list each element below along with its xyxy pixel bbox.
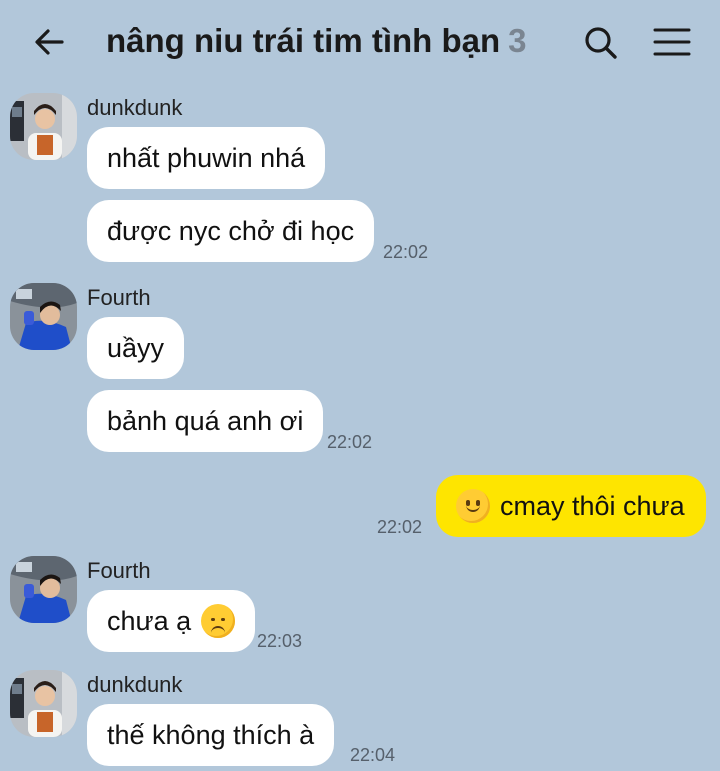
message-text: bảnh quá anh ơi xyxy=(107,405,304,436)
sender-name: Fourth xyxy=(87,558,151,583)
member-count: 3 xyxy=(508,22,527,59)
message-bubble[interactable]: bảnh quá anh ơi xyxy=(87,390,324,452)
disappointed-face-icon xyxy=(201,604,236,638)
message-text: được nyc chở đi học xyxy=(107,215,355,246)
message-time: 22:02 xyxy=(327,432,373,452)
back-button[interactable] xyxy=(30,24,70,60)
message-bubble[interactable]: thế không thích à xyxy=(87,704,335,766)
back-arrow-icon xyxy=(35,29,64,55)
message-time: 22:02 xyxy=(383,242,429,262)
message-bubble[interactable]: chưa ạ xyxy=(87,590,256,652)
outgoing-message-bubble[interactable]: cmay thôi chưa xyxy=(436,475,706,537)
slightly-smiling-face-icon xyxy=(456,489,490,523)
chat-header: nâng niu trái tim tình bạn 3 xyxy=(0,0,720,84)
message-time: 22:04 xyxy=(350,745,396,765)
message-text: chưa ạ xyxy=(107,605,192,636)
message-bubble[interactable]: nhất phuwin nhá xyxy=(87,127,326,189)
avatar-dunkdunk[interactable] xyxy=(10,670,77,737)
menu-button[interactable] xyxy=(652,24,692,60)
avatar-fourth[interactable] xyxy=(10,556,77,623)
search-button[interactable] xyxy=(582,24,620,62)
sender-name: dunkdunk xyxy=(87,95,183,120)
message-text: nhất phuwin nhá xyxy=(107,142,306,173)
chat-title: nâng niu trái tim tình bạn 3 xyxy=(106,22,527,60)
search-icon xyxy=(585,27,617,59)
message-bubble[interactable]: được nyc chở đi học xyxy=(87,200,375,262)
avatar-fourth[interactable] xyxy=(10,283,77,350)
message-text: thế không thích à xyxy=(107,719,315,750)
message-bubble[interactable]: uầyy xyxy=(87,317,185,379)
chat-title-text: nâng niu trái tim tình bạn xyxy=(106,22,501,59)
sender-name: dunkdunk xyxy=(87,672,183,697)
avatar-dunkdunk[interactable] xyxy=(10,93,77,160)
message-text: cmay thôi chưa xyxy=(500,490,685,521)
message-time: 22:02 xyxy=(377,517,423,537)
message-time: 22:03 xyxy=(257,631,303,651)
sender-name: Fourth xyxy=(87,285,151,310)
menu-icon xyxy=(653,28,691,56)
message-text: uầyy xyxy=(107,332,165,363)
